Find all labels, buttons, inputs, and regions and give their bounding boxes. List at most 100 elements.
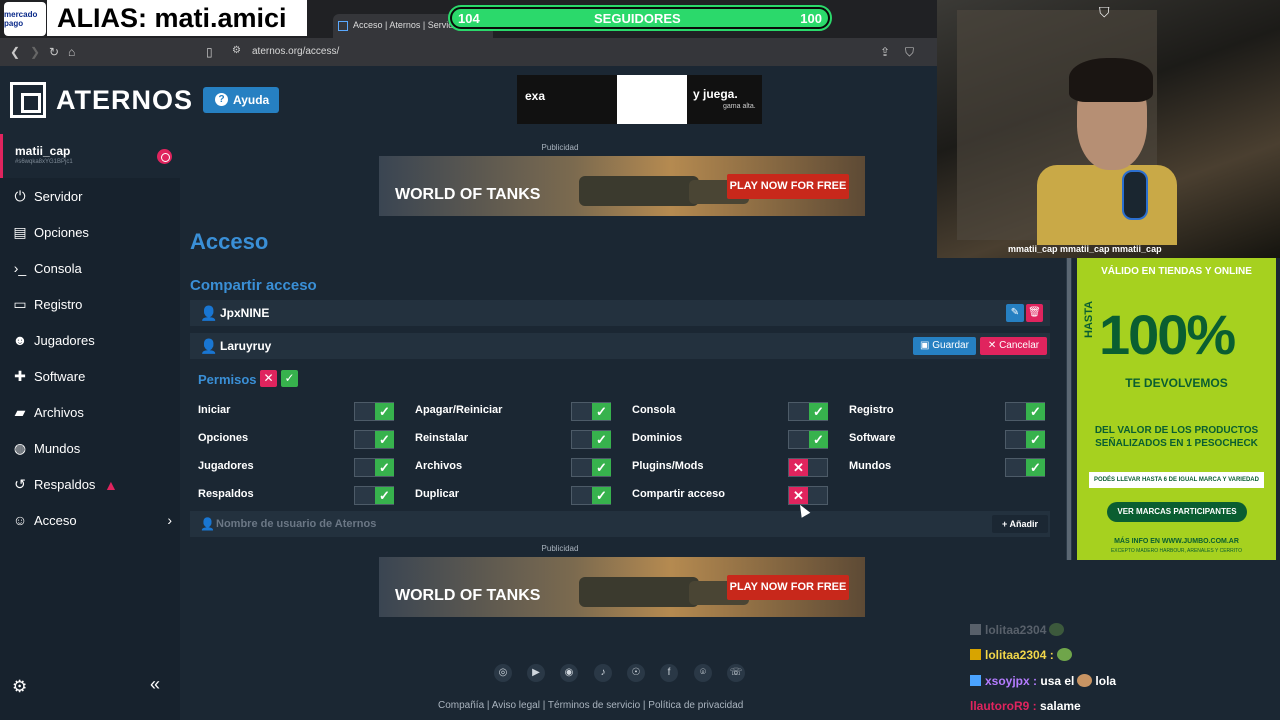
deselect-all-icon[interactable]: ✕	[260, 370, 277, 387]
discord-icon[interactable]: ◉	[560, 664, 578, 682]
help-center-icon[interactable]: ☏	[727, 664, 745, 682]
chat-user: llautoroR9 :	[970, 699, 1037, 713]
user-icon: 👤	[200, 338, 218, 354]
username-input[interactable]: Nombre de usuario de Aternos	[216, 518, 376, 530]
collapse-sidebar-icon[interactable]: «	[150, 674, 160, 695]
promo-button[interactable]: VER MARCAS PARTICIPANTES	[1107, 502, 1247, 522]
top-advertisement[interactable]: exa y juega. gama alta.	[517, 75, 762, 124]
alias-banner: ALIAS: mati.amici	[47, 0, 307, 36]
promo-subtitle: TE DEVOLVEMOS	[1125, 376, 1228, 390]
logout-icon[interactable]	[157, 149, 172, 164]
permission-toggle[interactable]: ✓	[354, 458, 394, 477]
permission-toggle[interactable]: ✓	[571, 402, 611, 421]
screen: mercado pago ALIAS: mati.amici Acceso | …	[0, 0, 1280, 720]
facebook-icon[interactable]: f	[660, 664, 678, 682]
sidebar-item-archivos[interactable]: ▰ Archivos	[0, 397, 180, 429]
sidebar-item-software[interactable]: ✚ Software	[0, 361, 180, 393]
edit-icon[interactable]: ✎	[1006, 304, 1024, 322]
permission-toggle[interactable]: ✕	[788, 458, 828, 477]
permission-toggle[interactable]: ✓	[571, 458, 611, 477]
permission-label: Apagar/Reiniciar	[415, 404, 503, 416]
address-bar[interactable]: aternos.org/access/	[252, 46, 339, 57]
sidebar-item-jugadores[interactable]: ☻ Jugadores	[0, 325, 180, 357]
sidebar-item-respaldos[interactable]: ↺ Respaldos ▲	[0, 469, 180, 501]
site-info-icon[interactable]: ⚙	[232, 45, 241, 56]
footer-links[interactable]: Compañía | Aviso legal | Términos de ser…	[438, 700, 743, 711]
check-icon: ✓	[375, 431, 394, 448]
permission-toggle[interactable]: ✓	[1005, 430, 1045, 449]
ad-play-button[interactable]: PLAY NOW FOR FREE	[727, 174, 849, 199]
permission-toggle[interactable]: ✓	[571, 486, 611, 505]
page-scrollbar[interactable]	[1066, 258, 1072, 608]
permission-toggle[interactable]: ✕	[788, 486, 828, 505]
permission-toggle[interactable]: ✓	[788, 430, 828, 449]
site-header: ATERNOS ? Ayuda exa y juega. gama alta.	[0, 66, 940, 134]
sidebar-item-consola[interactable]: ›_ Consola	[0, 253, 180, 285]
promo-hasta: HASTA	[1083, 300, 1095, 338]
permission-toggle[interactable]: ✓	[354, 430, 394, 449]
save-button[interactable]: ▣ Guardar	[913, 337, 976, 355]
chat-user: lolitaa2304 :	[985, 648, 1054, 662]
home-icon[interactable]: ⌂	[68, 45, 75, 59]
subscriber-badge-icon	[970, 675, 981, 686]
console-icon: ›_	[13, 260, 27, 276]
youtube-icon[interactable]: ▶	[527, 664, 545, 682]
main-content: Publicidad WORLD OF TANKS PLAY NOW FOR F…	[180, 134, 1050, 720]
sidebar-item-registro[interactable]: ▭ Registro	[0, 289, 180, 321]
permission-toggle[interactable]: ✓	[1005, 458, 1045, 477]
sidebar-item-mundos[interactable]: ◍ Mundos	[0, 433, 180, 465]
permission-toggle[interactable]: ✓	[354, 486, 394, 505]
permission-toggle[interactable]: ✓	[788, 402, 828, 421]
settings-gear-icon[interactable]: ⚙	[12, 677, 27, 697]
emote-icon	[1077, 674, 1093, 687]
check-icon: ✓	[592, 431, 611, 448]
bookmark-icon[interactable]: ▯	[206, 45, 213, 59]
browser-tabbar: mercado pago ALIAS: mati.amici Acceso | …	[0, 0, 940, 38]
user-card[interactable]: matii_cap #s6wqka8xYG1BPjc1	[0, 134, 180, 178]
folder-icon: ▰	[14, 404, 26, 420]
reddit-icon[interactable]: ☉	[627, 664, 645, 682]
players-icon: ☻	[12, 332, 28, 348]
check-icon: ✓	[375, 459, 394, 476]
webcam-person	[1069, 58, 1153, 102]
permission-toggle[interactable]: ✓	[354, 402, 394, 421]
sidebar-item-acceso[interactable]: ☺ Acceso ›	[0, 505, 180, 537]
permission-label: Duplicar	[415, 488, 460, 500]
ad-play-button[interactable]: PLAY NOW FOR FREE	[727, 575, 849, 600]
help-button[interactable]: ? Ayuda	[203, 87, 279, 113]
check-icon: ✓	[809, 431, 828, 448]
promo-note: PODÉS LLEVAR HASTA 6 DE IGUAL MARCA Y VA…	[1089, 472, 1264, 488]
instagram-icon[interactable]: ◎	[494, 664, 512, 682]
share-icon[interactable]: ⇪	[880, 45, 890, 59]
ad-logo: WORLD OF TANKS	[395, 186, 541, 203]
user-icon: 👤	[200, 517, 215, 531]
delete-icon[interactable]: 🗑	[1026, 304, 1043, 322]
wot-advertisement[interactable]: WORLD OF TANKS PLAY NOW FOR FREE	[379, 557, 865, 617]
tiktok-icon[interactable]: ♪	[594, 664, 612, 682]
promo-percent: 100%	[1099, 303, 1236, 366]
cancel-button[interactable]: ✕ Cancelar	[980, 337, 1047, 355]
permission-toggle[interactable]: ✓	[1005, 402, 1045, 421]
github-icon[interactable]: ⌾	[694, 664, 712, 682]
webcam-person	[1037, 165, 1177, 245]
chat-text: usa el	[1040, 674, 1075, 688]
site-logo[interactable]: ATERNOS	[56, 85, 193, 116]
forward-icon[interactable]: ❯	[30, 45, 40, 59]
add-user-button[interactable]: + Añadir	[992, 515, 1048, 533]
reload-icon[interactable]: ↻	[49, 45, 59, 59]
promo-exceptions: EXCEPTO MADERO HARBOUR, ARENALES Y CERRI…	[1110, 548, 1243, 554]
wot-advertisement[interactable]: WORLD OF TANKS PLAY NOW FOR FREE	[379, 156, 865, 216]
check-icon: ✓	[592, 459, 611, 476]
permission-toggle[interactable]: ✓	[571, 430, 611, 449]
check-icon: ✓	[592, 403, 611, 420]
select-all-icon[interactable]: ✓	[281, 370, 298, 387]
sidebar-item-servidor[interactable]: ⏻ Servidor	[0, 181, 180, 213]
check-icon: ✓	[1026, 403, 1045, 420]
back-icon[interactable]: ❮	[10, 45, 20, 59]
shield-icon[interactable]: ⛉	[905, 45, 914, 60]
aternos-logo-icon[interactable]	[10, 82, 46, 118]
save-icon: ▣	[920, 340, 933, 351]
jumbo-advertisement[interactable]: VÁLIDO EN TIENDAS Y ONLINE HASTA 100% TE…	[1077, 258, 1276, 560]
permission-label: Mundos	[849, 460, 892, 472]
sidebar-item-opciones[interactable]: ▤ Opciones	[0, 217, 180, 249]
